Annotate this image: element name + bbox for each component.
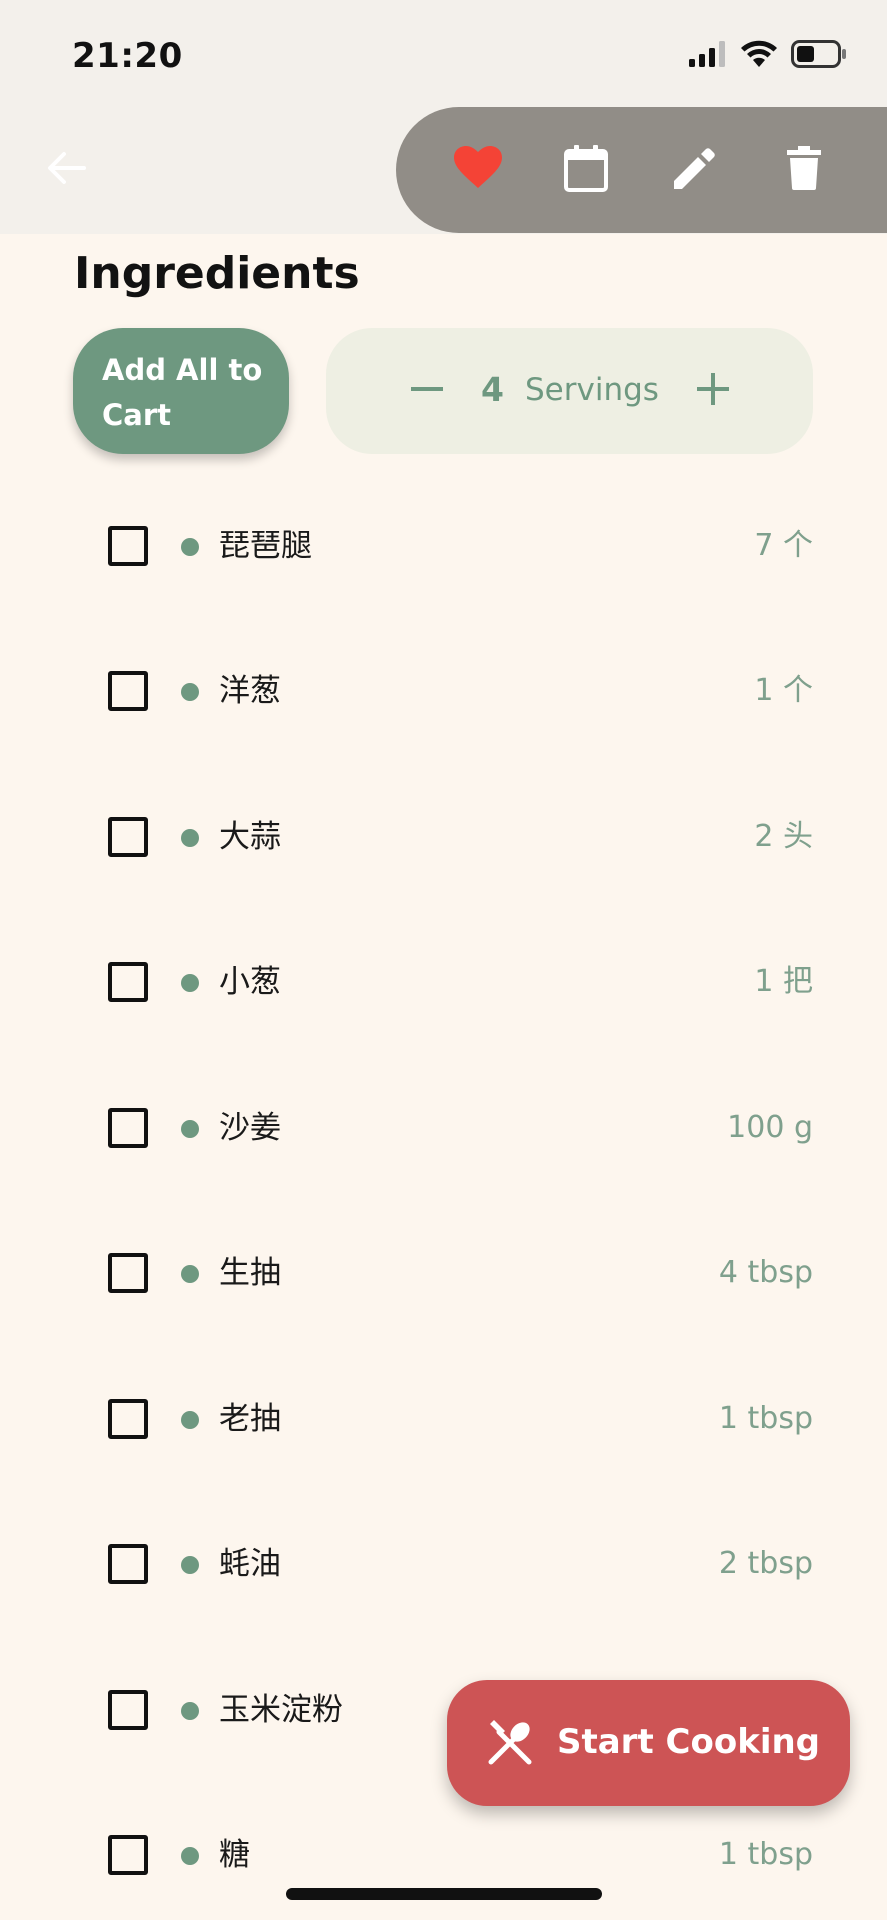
ingredient-row: 小葱 1 把 — [0, 942, 887, 1022]
ingredient-name: 生抽 — [219, 1255, 281, 1291]
battery-icon — [791, 40, 847, 72]
ingredient-quantity: 1 把 — [754, 964, 813, 999]
ingredient-row: 糖 1 tbsp — [0, 1815, 887, 1895]
decrease-servings-button[interactable] — [406, 370, 448, 412]
ingredient-checkbox[interactable] — [108, 1108, 148, 1148]
bullet-dot — [181, 683, 199, 701]
heart-icon — [454, 146, 502, 194]
bullet-dot — [181, 974, 199, 992]
ingredient-name: 琵琶腿 — [219, 528, 312, 564]
back-arrow-icon — [46, 150, 86, 190]
ingredient-checkbox[interactable] — [108, 1690, 148, 1730]
ingredient-name: 小葱 — [219, 964, 281, 1000]
start-cooking-label: Start Cooking — [557, 1722, 821, 1762]
recipe-detail-screen: 21:20 Ingredients Add All to Cart 4 Serv… — [0, 0, 887, 1920]
ingredient-quantity: 4 tbsp — [718, 1255, 813, 1290]
ingredient-row: 沙姜 100 g — [0, 1088, 887, 1168]
ingredient-name: 蚝油 — [219, 1546, 281, 1582]
increase-servings-button[interactable] — [692, 370, 734, 412]
back-button[interactable] — [36, 142, 96, 198]
edit-icon — [672, 145, 718, 195]
ingredient-quantity: 2 tbsp — [718, 1546, 813, 1581]
ingredient-row: 洋葱 1 个 — [0, 651, 887, 731]
ingredient-checkbox[interactable] — [108, 1835, 148, 1875]
ingredient-checkbox[interactable] — [108, 1399, 148, 1439]
minus-icon — [409, 371, 445, 411]
ingredient-name: 老抽 — [219, 1401, 281, 1437]
ingredient-name: 大蒜 — [219, 819, 281, 855]
ingredient-row: 琵琶腿 7 个 — [0, 506, 887, 586]
schedule-button[interactable] — [556, 142, 616, 198]
ingredient-name: 玉米淀粉 — [219, 1692, 343, 1728]
ingredient-quantity: 7 个 — [754, 528, 813, 563]
add-all-label-line2: Cart — [102, 398, 172, 432]
ingredient-checkbox[interactable] — [108, 817, 148, 857]
ingredient-name: 沙姜 — [219, 1110, 281, 1146]
servings-label: Servings — [525, 372, 659, 408]
ingredient-quantity: 100 g — [727, 1110, 813, 1145]
ingredient-checkbox[interactable] — [108, 1253, 148, 1293]
ingredient-row: 蚝油 2 tbsp — [0, 1524, 887, 1604]
favorite-button[interactable] — [448, 142, 508, 198]
action-toolbar — [396, 107, 887, 233]
ingredient-checkbox[interactable] — [108, 526, 148, 566]
edit-button[interactable] — [665, 142, 725, 198]
bullet-dot — [181, 1265, 199, 1283]
servings-count: 4 — [481, 370, 504, 409]
ingredient-quantity: 1 tbsp — [718, 1837, 813, 1872]
ingredient-quantity: 1 tbsp — [718, 1401, 813, 1436]
delete-icon — [786, 146, 822, 194]
bullet-dot — [181, 1847, 199, 1865]
cellular-signal-icon — [689, 40, 727, 72]
ingredient-quantity: 1 个 — [754, 673, 813, 708]
start-cooking-button[interactable]: Start Cooking — [447, 1680, 850, 1806]
status-icons — [689, 40, 847, 72]
ingredient-checkbox[interactable] — [108, 1544, 148, 1584]
plus-icon — [695, 371, 731, 411]
ingredient-row: 生抽 4 tbsp — [0, 1233, 887, 1313]
wifi-icon — [741, 40, 777, 72]
ingredient-name: 洋葱 — [219, 673, 281, 709]
ingredient-checkbox[interactable] — [108, 962, 148, 1002]
ingredient-name: 糖 — [219, 1837, 250, 1873]
ingredient-checkbox[interactable] — [108, 671, 148, 711]
bullet-dot — [181, 1702, 199, 1720]
add-all-label-line1: Add All to — [102, 353, 263, 387]
home-indicator[interactable] — [286, 1888, 602, 1900]
ingredient-quantity: 2 头 — [754, 819, 813, 854]
bullet-dot — [181, 1556, 199, 1574]
ingredients-title: Ingredients — [74, 248, 360, 299]
bullet-dot — [181, 1411, 199, 1429]
bullet-dot — [181, 829, 199, 847]
app-bar: 21:20 — [0, 0, 887, 234]
ingredient-row: 大蒜 2 头 — [0, 797, 887, 877]
fork-knife-icon — [487, 1720, 533, 1766]
delete-button[interactable] — [774, 142, 834, 198]
status-time: 21:20 — [72, 36, 183, 76]
add-all-to-cart-button[interactable]: Add All to Cart — [73, 328, 289, 454]
servings-stepper: 4 Servings — [326, 328, 813, 454]
bullet-dot — [181, 538, 199, 556]
bullet-dot — [181, 1120, 199, 1138]
calendar-icon — [564, 144, 608, 196]
ingredient-row: 老抽 1 tbsp — [0, 1379, 887, 1459]
